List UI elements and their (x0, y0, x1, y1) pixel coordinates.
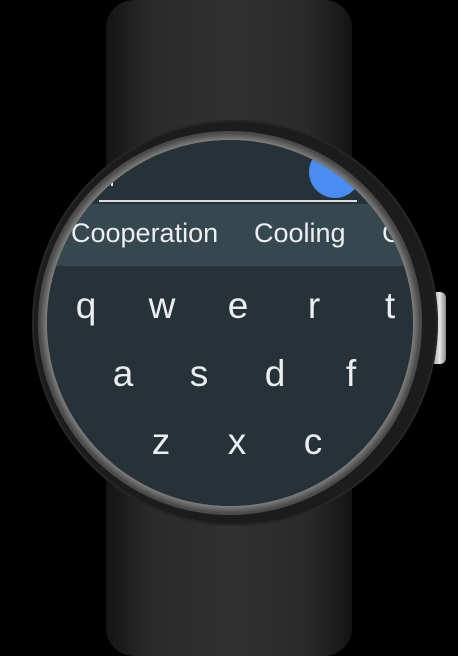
key-w[interactable]: w (142, 286, 182, 326)
key-z[interactable]: z (141, 422, 181, 462)
send-button[interactable] (309, 146, 361, 198)
suggestion-item[interactable]: C (382, 218, 402, 249)
key-f[interactable]: f (331, 354, 371, 394)
key-c[interactable]: c (293, 422, 333, 462)
key-a[interactable]: a (103, 354, 143, 394)
key-x[interactable]: x (217, 422, 257, 462)
key-d[interactable]: d (255, 354, 295, 394)
key-r[interactable]: r (294, 286, 334, 326)
watch-screen: Cooperation Cooling C q w e r t a s d f … (47, 140, 413, 506)
text-cursor (111, 164, 113, 186)
key-v[interactable]: v (369, 422, 409, 462)
input-underline (99, 200, 357, 202)
suggestion-item[interactable]: Cooperation (71, 218, 218, 249)
input-bar (47, 140, 413, 202)
suggestion-item[interactable]: Cooling (254, 218, 346, 249)
key-s[interactable]: s (179, 354, 219, 394)
keyboard-keys: q w e r t a s d f z x c v (47, 266, 413, 506)
key-t[interactable]: t (370, 286, 410, 326)
key-e[interactable]: e (218, 286, 258, 326)
suggestion-bar: Cooperation Cooling C (47, 204, 413, 266)
key-q[interactable]: q (66, 286, 106, 326)
